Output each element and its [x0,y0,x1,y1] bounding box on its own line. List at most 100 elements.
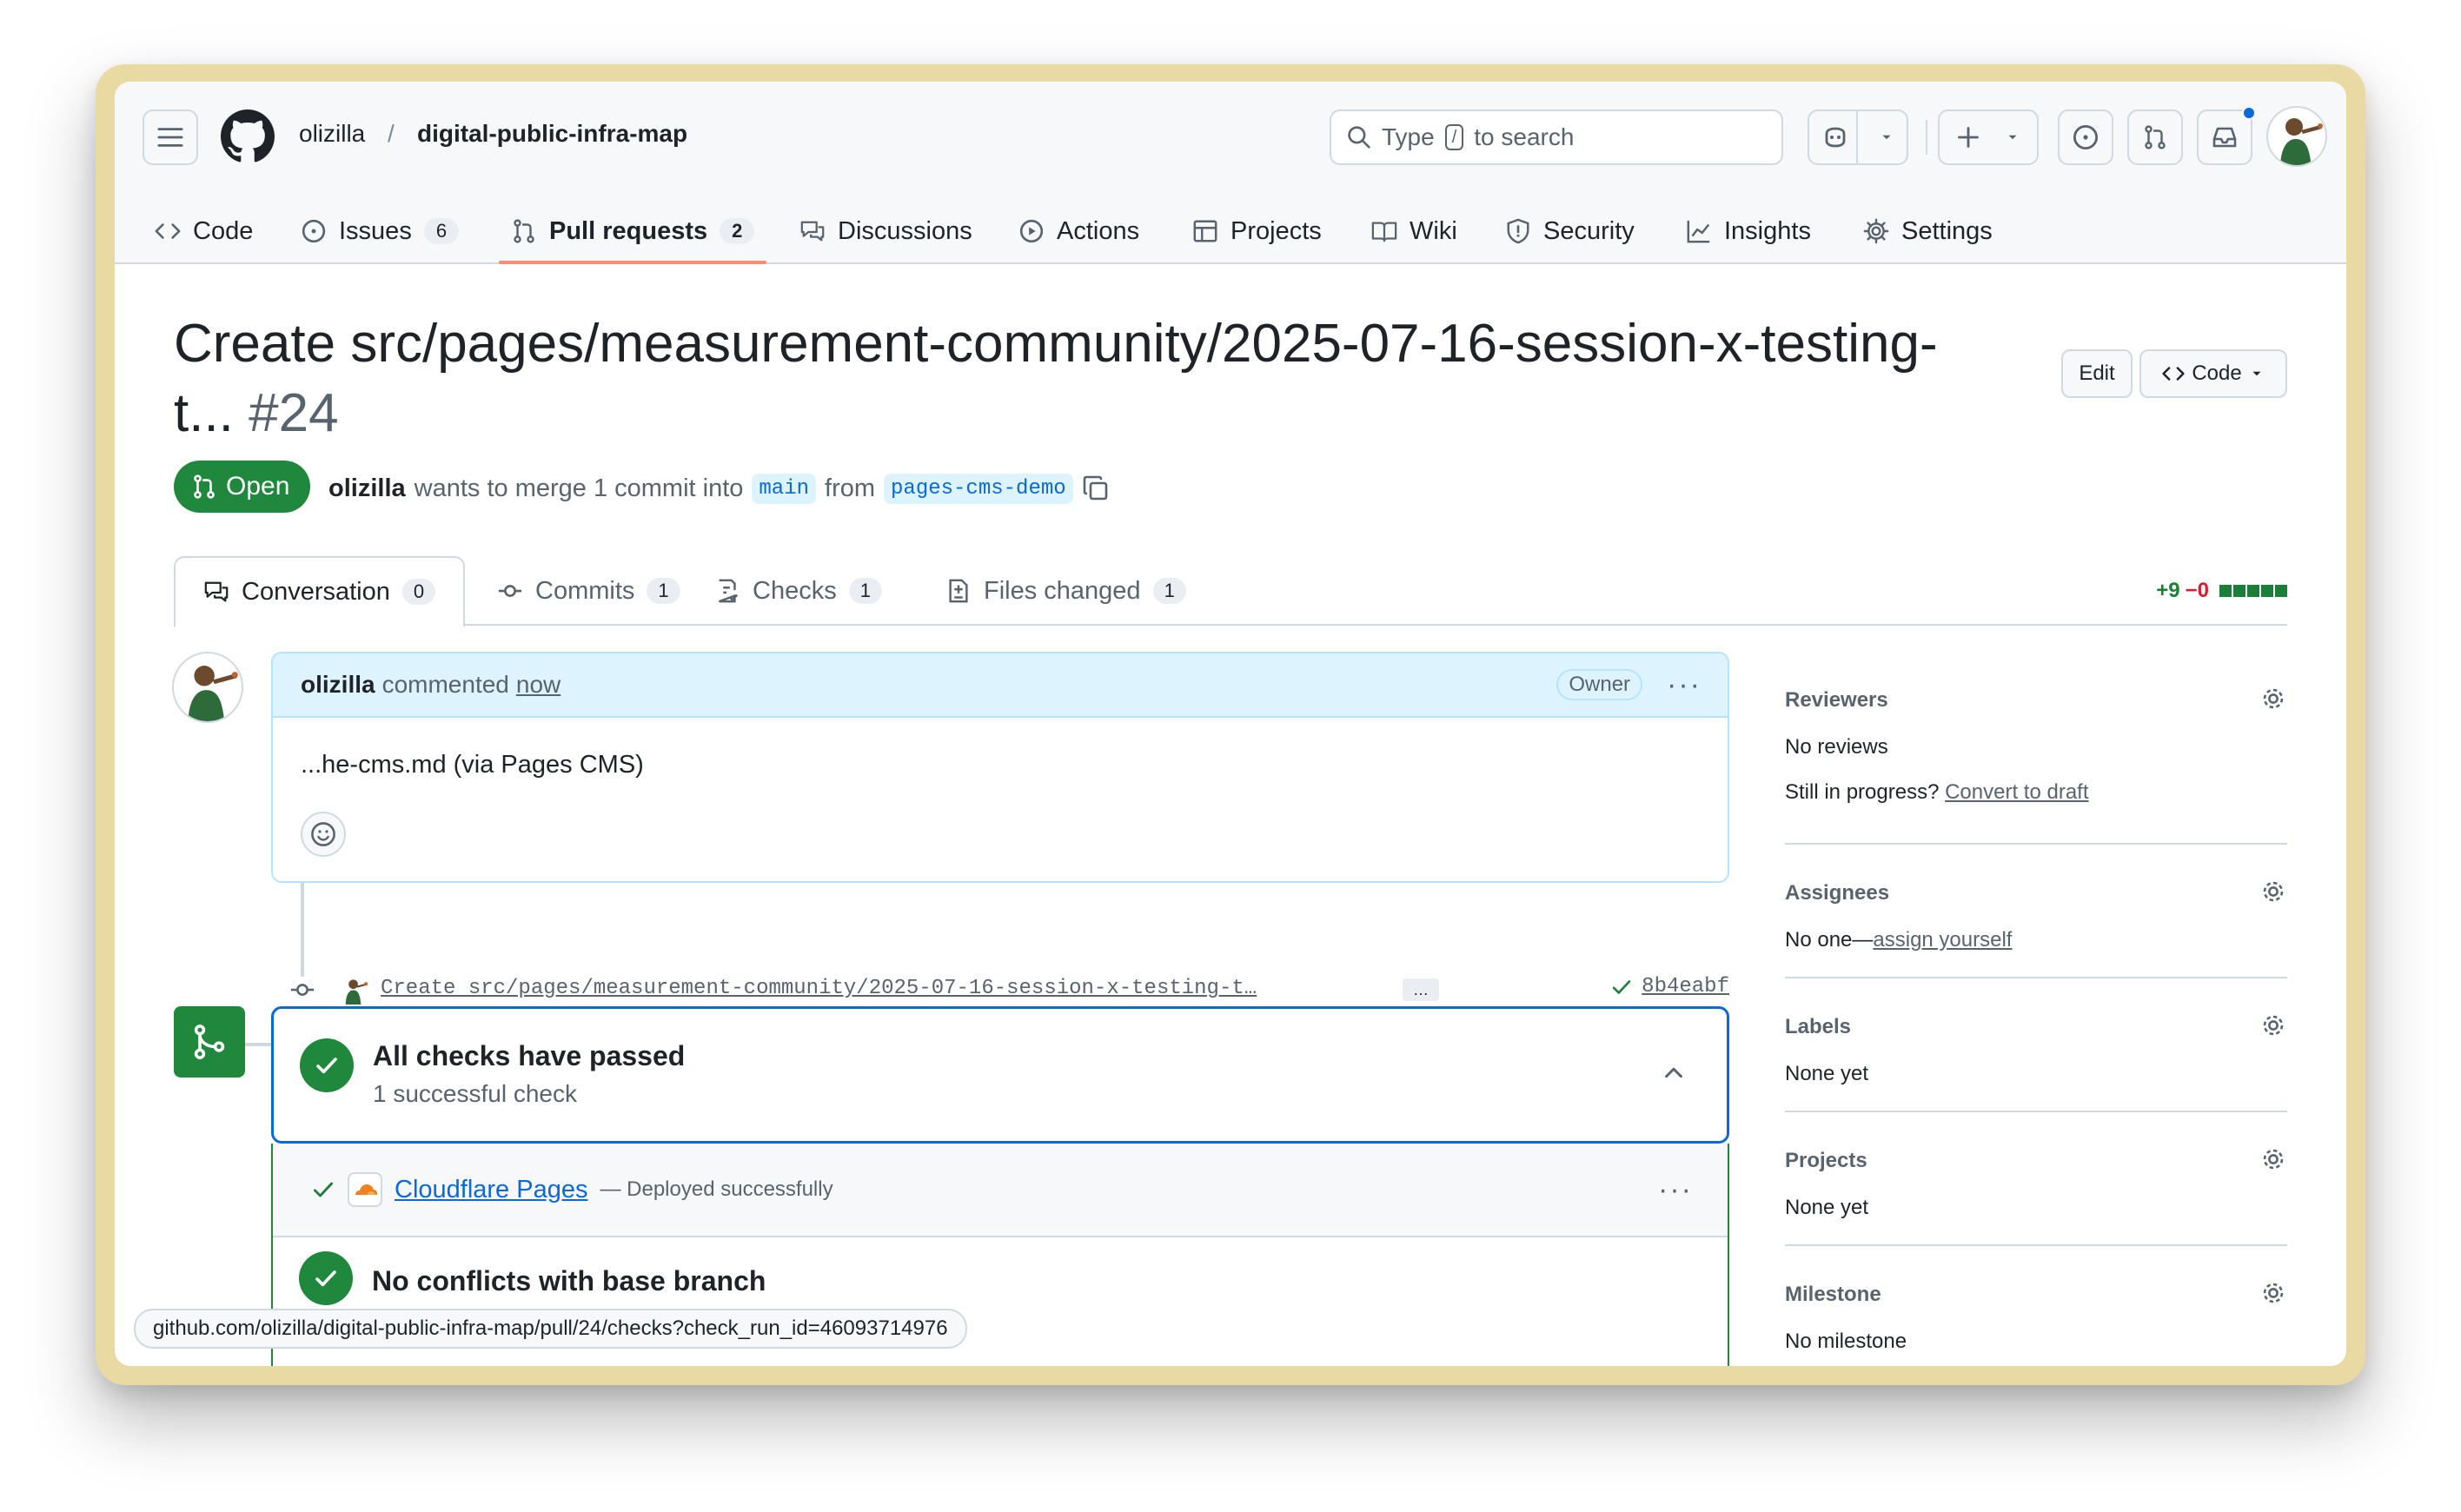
chevron-down-icon [1882,135,1891,140]
commit-message-link[interactable]: Create src/pages/measurement-community/2… [381,977,1257,1000]
diffstat: +9 −0 [2156,579,2287,603]
cloudflare-logo-icon [348,1172,382,1207]
merge-text: wants to merge 1 commit into [414,474,744,502]
labels-value: None yet [1785,1062,1869,1085]
pr-state-label: Open [226,472,290,501]
tab-insights[interactable]: Insights [1686,198,1811,264]
check-run-link[interactable]: Cloudflare Pages [395,1176,587,1204]
pr-number: #24 [249,383,339,443]
add-reaction-button[interactable] [301,812,346,857]
tab-issues[interactable]: Issues 6 [301,198,460,264]
chevron-up-icon[interactable] [1661,1059,1687,1085]
repo-path-separator: / [388,120,395,147]
repo-name-link[interactable]: digital-public-infra-map [417,120,687,148]
tab-checks[interactable]: Checks 1 [687,556,910,626]
owner-badge: Owner [1556,669,1643,700]
milestone-title[interactable]: Milestone [1785,1283,1881,1307]
projects-title[interactable]: Projects [1785,1149,1867,1173]
code-icon [155,223,181,239]
pr-title: Create src/pages/measurement-community/2… [174,309,2155,448]
convert-to-draft-link[interactable]: Convert to draft [1945,780,2088,804]
from-text: from [825,474,876,502]
tab-code[interactable]: Code [155,198,253,264]
tab-files-changed[interactable]: Files changed 1 [918,556,1214,626]
tab-settings[interactable]: Settings [1863,198,1993,264]
issues-counter: 6 [423,218,460,244]
assignees-title[interactable]: Assignees [1785,881,1889,905]
git-commit-icon [287,977,318,1003]
tab-security[interactable]: Security [1505,198,1635,264]
comment-author-link[interactable]: olizilla [301,671,375,699]
repo-nav: Code Issues 6 Pull requests 2 Discussion… [115,198,2346,264]
play-icon [1019,219,1044,243]
gear-icon[interactable] [2259,1011,2287,1039]
gear-icon[interactable] [2259,878,2287,905]
git-pull-request-icon [514,219,534,243]
comment-header: olizilla commented now Owner ··· [273,653,1728,718]
commit-sha: 8b4eabf [1642,975,1729,998]
tab-label: Conversation [242,577,390,606]
diffstat-additions: +9 [2156,579,2180,602]
base-branch[interactable]: main [752,473,817,504]
sidebar-divider [1785,1111,2287,1112]
gear-icon[interactable] [2259,1279,2287,1307]
search-input[interactable]: Type / to search [1330,109,1783,165]
assign-yourself-link[interactable]: assign yourself [1873,928,2012,952]
gear-icon [1863,218,1889,244]
tab-label: Security [1543,216,1635,245]
tab-wiki[interactable]: Wiki [1371,198,1457,264]
user-avatar[interactable] [2266,106,2327,167]
gear-icon[interactable] [2259,685,2287,713]
tab-label: Discussions [838,216,972,245]
search-prefix: Type [1382,123,1435,150]
gear-icon[interactable] [2259,1145,2287,1173]
checks-summary[interactable]: All checks have passed 1 successful chec… [271,1006,1729,1144]
tab-commits[interactable]: Commits 1 [469,556,708,626]
comment-timestamp[interactable]: now [516,671,561,699]
no-conflicts-title: No conflicts with base branch [372,1265,766,1296]
create-new-button[interactable] [1938,109,2039,165]
github-logo-icon[interactable] [221,109,275,163]
tab-discussions[interactable]: Discussions [799,198,972,264]
commit-author-avatar[interactable] [341,975,370,1005]
files-changed-counter: 1 [1152,578,1186,604]
comment-author-avatar[interactable] [172,652,243,723]
tab-conversation[interactable]: Conversation 0 [174,556,466,627]
commit-expand-button[interactable]: … [1403,978,1439,1001]
copilot-button[interactable] [1808,109,1908,165]
tab-label: Actions [1057,216,1140,245]
smiley-icon [311,822,335,846]
chevron-down-icon [2252,371,2261,376]
commit-sha-link[interactable]: 8b4eabf [1610,975,1729,998]
repo-owner-link[interactable]: olizilla [299,120,365,148]
your-pull-requests-button[interactable] [2127,109,2183,165]
milestone-value: No milestone [1785,1330,1907,1353]
search-icon [1348,126,1370,149]
edit-title-button[interactable]: Edit [2061,349,2133,398]
check-run-row: Cloudflare Pages — Deployed successfully… [273,1144,1728,1237]
tab-projects[interactable]: Projects [1192,198,1322,264]
labels-title[interactable]: Labels [1785,1015,1851,1039]
pr-title-line-2: t... [174,383,234,443]
tab-label: Files changed [984,576,1141,605]
git-merge-icon [194,1025,225,1059]
code-dropdown-button[interactable]: Code [2139,349,2287,398]
git-commit-icon [498,585,522,597]
checks-subtitle: 1 successful check [373,1080,577,1107]
tab-label: Pull requests [549,216,708,245]
pr-author-link[interactable]: olizilla [328,474,406,503]
shield-icon [1507,218,1529,244]
head-branch[interactable]: pages-cms-demo [884,473,1073,504]
tab-label: Insights [1724,216,1811,245]
kebab-menu-icon[interactable]: ··· [1658,1173,1693,1207]
menu-button[interactable] [143,109,198,165]
your-issues-button[interactable] [2058,109,2113,165]
check-circle-fill-icon [299,1251,353,1305]
reviewers-title[interactable]: Reviewers [1785,688,1888,713]
tab-actions[interactable]: Actions [1018,198,1139,264]
tab-pull-requests[interactable]: Pull requests 2 [498,198,767,264]
sidebar-divider [1785,1244,2287,1246]
kebab-menu-icon[interactable]: ··· [1667,668,1701,702]
pr-title-line-1: Create src/pages/measurement-community/2… [174,314,1938,374]
copy-icon[interactable] [1082,474,1110,502]
